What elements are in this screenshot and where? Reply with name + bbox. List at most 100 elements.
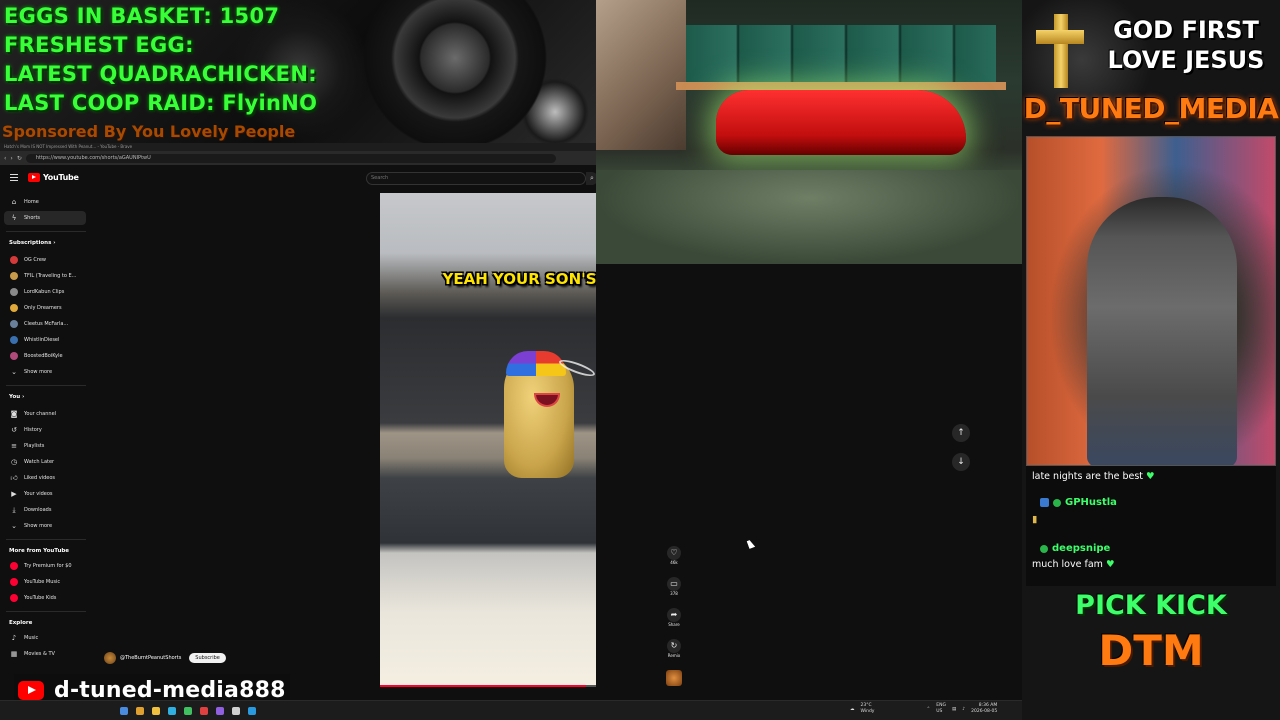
search-icon[interactable]: ⌕ [586, 172, 596, 185]
sidebar-sub-item[interactable]: OG Crew [4, 253, 86, 267]
sidebar-item-watch-later[interactable]: ◷ Watch Later [4, 455, 86, 469]
sidebar-item-shorts[interactable]: ϟ Shorts [4, 211, 86, 225]
sidebar-item-explore-music[interactable]: ♪ Music [4, 631, 86, 645]
chat-message: late nights are the best ♥ [1032, 471, 1155, 482]
search-input[interactable]: Search [366, 172, 586, 185]
taskbar-app-icon[interactable] [232, 707, 240, 715]
show-more-you[interactable]: ⌄ Show more [4, 519, 86, 533]
avatar [10, 256, 18, 264]
next-short-button[interactable]: ↓ [952, 453, 970, 471]
language-indicator[interactable]: ENG US [936, 703, 946, 715]
previous-short-button[interactable]: ↑ [952, 424, 970, 442]
sidebar-sub-item[interactable]: WhistlinDiesel [4, 333, 86, 347]
menu-icon[interactable] [10, 174, 18, 181]
share-icon: ➦ [667, 608, 681, 622]
sidebar-item-home[interactable]: ⌂ Home [4, 195, 86, 209]
share-button[interactable]: ➦ Share [664, 608, 684, 627]
video-progress-bar[interactable] [380, 685, 596, 687]
youtube-play-icon [18, 680, 44, 700]
browser-toolbar: ‹ › ↻ https://www.youtube.com/shorts/aGA… [0, 151, 596, 165]
love-jesus-text: LOVE JESUS [1107, 46, 1265, 74]
streamer [1087, 197, 1237, 465]
comment-icon: ▭ [667, 577, 681, 591]
weather-widget[interactable]: 23°C Windy [861, 703, 875, 715]
chevron-down-icon: ⌄ [11, 368, 17, 376]
sidebar-item-label: Playlists [24, 443, 45, 449]
sidebar-item-movies-tv[interactable]: ▦ Movies & TV [4, 647, 86, 661]
taskbar-app-icon[interactable] [136, 707, 144, 715]
heart-icon: ♡ [667, 546, 681, 560]
channel-icon: ◙ [10, 410, 18, 418]
channel-handle[interactable]: @TheBurntPeanutShorts [120, 655, 181, 661]
system-tray: ☁ 23°C Windy ⌃ ENG US ▤ ♪ 8:36 AM 2026-08-0… [850, 703, 997, 715]
sidebar-sub-item[interactable]: TFIL (Traveling to E... [4, 269, 86, 283]
clock[interactable]: 8:36 AM 2026-08-05 [971, 703, 997, 715]
shorts-video-player[interactable]: YEAH YOUR SON'S [380, 193, 596, 687]
sidebar-item-label: YouTube Music [24, 579, 61, 585]
red-car-bumper [716, 90, 966, 155]
chat-message-text: late nights are the best [1032, 471, 1143, 482]
address-bar[interactable]: https://www.youtube.com/shorts/aGAUNIPtw… [25, 153, 556, 163]
brave-icon[interactable] [200, 707, 208, 715]
like-button[interactable]: ♡ 46k [664, 546, 684, 565]
chevron-up-icon[interactable]: ⌃ [926, 707, 930, 712]
sidebar-item-label: OG Crew [24, 257, 47, 263]
reload-icon[interactable]: ↻ [17, 155, 22, 162]
start-icon[interactable] [120, 707, 128, 715]
chat-username: GPHustla [1065, 497, 1117, 508]
sidebar-item-playlists[interactable]: ≡ Playlists [4, 439, 86, 453]
remix-button[interactable]: ↻ Remix [664, 639, 684, 658]
sidebar-item-label: Watch Later [24, 459, 55, 465]
video-progress-fill [380, 685, 587, 687]
mouse-cursor [746, 539, 756, 549]
volume-icon[interactable]: ♪ [962, 707, 965, 712]
sidebar-item-your-channel[interactable]: ◙ Your channel [4, 407, 86, 421]
folder-icon[interactable] [152, 707, 160, 715]
music-note-icon: ♪ [11, 634, 17, 642]
avatar [10, 352, 18, 360]
pick-kick-text: PICK KICK [1075, 590, 1227, 621]
sponsor-text: Sponsored By You Lovely People [2, 122, 296, 141]
badge-icon [1053, 498, 1061, 507]
taskbar-app-icon[interactable] [184, 707, 192, 715]
you-header[interactable]: You › [9, 394, 24, 400]
show-more-subscriptions[interactable]: ⌄ Show more [4, 365, 86, 379]
sidebar-item-premium[interactable]: Try Premium for $0 [4, 559, 86, 573]
youtube-handle: d-tuned-media888 [54, 677, 286, 703]
forward-icon[interactable]: › [10, 155, 12, 162]
sidebar-item-label: Movies & TV [24, 651, 55, 657]
taskbar-app-icon[interactable] [216, 707, 224, 715]
lang-label: ENG [936, 703, 946, 708]
back-icon[interactable]: ‹ [4, 155, 6, 162]
browser-tab[interactable]: Hatch's Mom IS NOT Impressed With Peanut… [0, 143, 596, 151]
comments-button[interactable]: ▭ 378 [664, 577, 684, 596]
subscribe-button[interactable]: Subscribe [189, 653, 226, 663]
subscriptions-header[interactable]: Subscriptions › [9, 240, 56, 246]
chat-user: GPHustla [1040, 497, 1117, 508]
channel-avatar[interactable] [104, 652, 116, 664]
sidebar-item-your-videos[interactable]: ▶ Your videos [4, 487, 86, 501]
sidebar-sub-item[interactable]: LordKabun Clips [4, 285, 86, 299]
weather-temp: 23°C [860, 703, 872, 708]
network-icon[interactable]: ▤ [952, 707, 956, 712]
sidebar-item-kids[interactable]: YouTube Kids [4, 591, 86, 605]
sidebar-sub-item[interactable]: Cleetus McFarla... [4, 317, 86, 331]
taskbar-app-icon[interactable] [168, 707, 176, 715]
youtube-kids-icon [10, 594, 18, 602]
sound-thumbnail[interactable] [666, 670, 682, 686]
youtube-music-icon [10, 578, 18, 586]
badge-icon [1040, 498, 1049, 507]
shelf [676, 82, 1006, 90]
taskbar-app-icon[interactable] [248, 707, 256, 715]
sidebar-sub-item[interactable]: BoostedBoiKyle [4, 349, 86, 363]
sidebar-item-history[interactable]: ↺ History [4, 423, 86, 437]
playlist-icon: ≡ [11, 442, 17, 450]
youtube-logo[interactable]: YouTube [28, 173, 79, 182]
sidebar-item-music[interactable]: YouTube Music [4, 575, 86, 589]
chevron-down-icon: ⌄ [11, 522, 17, 530]
sidebar-item-downloads[interactable]: ⤓ Downloads [4, 503, 86, 517]
clock-icon: ◷ [10, 458, 18, 466]
sidebar-sub-item[interactable]: Only Dreamers [4, 301, 86, 315]
sidebar-item-liked-videos[interactable]: 👍︎ Liked videos [4, 471, 86, 485]
sidebar-item-label: YouTube Kids [24, 595, 57, 601]
